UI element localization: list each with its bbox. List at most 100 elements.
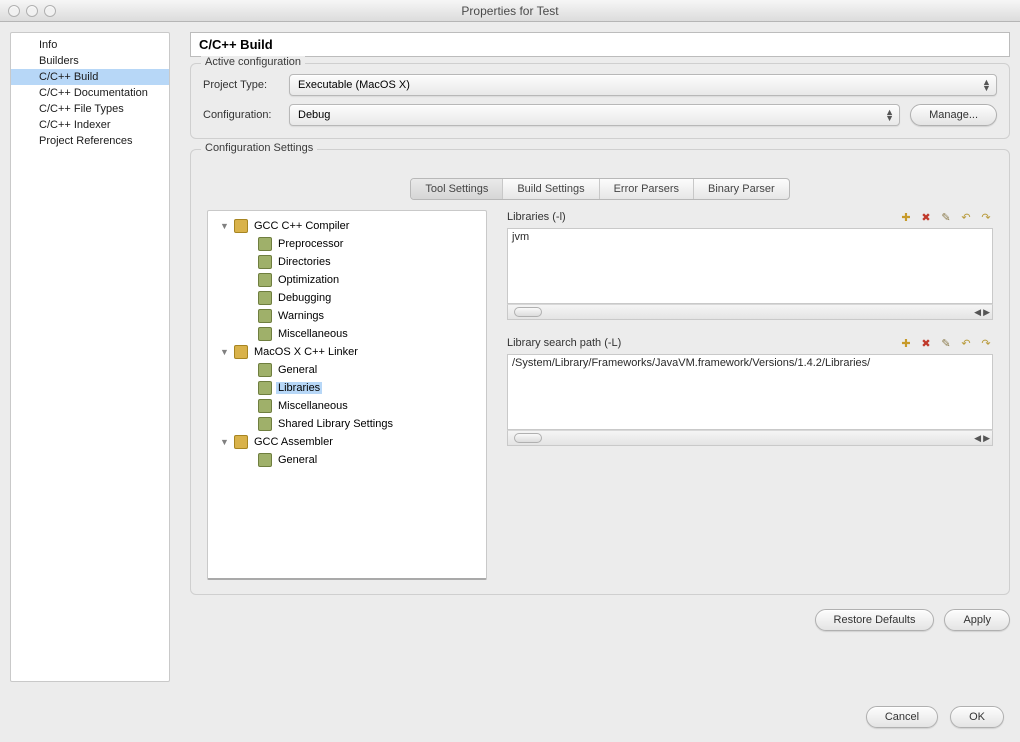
tab[interactable]: Binary Parser	[694, 179, 789, 199]
tree-option[interactable]: Warnings	[212, 307, 482, 325]
scroll-right-icon[interactable]: ▶	[983, 433, 990, 444]
manage-button[interactable]: Manage...	[910, 104, 997, 126]
tree-label: Miscellaneous	[276, 328, 350, 340]
tree-option[interactable]: Miscellaneous	[212, 325, 482, 343]
disclosure-triangle-icon[interactable]: ▼	[220, 437, 232, 447]
tree-label: Libraries	[276, 382, 322, 394]
option-icon	[258, 381, 272, 395]
libpath-scrollbar[interactable]: ◀▶	[507, 430, 993, 446]
project-type-label: Project Type:	[203, 79, 289, 91]
config-settings-label: Configuration Settings	[201, 142, 317, 154]
delete-icon[interactable]: ✖	[919, 210, 933, 224]
tree-label: Shared Library Settings	[276, 418, 395, 430]
tab[interactable]: Build Settings	[503, 179, 599, 199]
option-icon	[258, 453, 272, 467]
option-icon	[258, 273, 272, 287]
option-icon	[258, 363, 272, 377]
configuration-select[interactable]: Debug ▲▼	[289, 104, 900, 126]
tree-option[interactable]: Optimization	[212, 271, 482, 289]
tree-label: Warnings	[276, 310, 326, 322]
configuration-value: Debug	[298, 109, 330, 121]
updown-icon: ▲▼	[982, 79, 990, 91]
tool-icon	[234, 435, 248, 449]
libraries-list[interactable]: jvm	[507, 228, 993, 304]
apply-button[interactable]: Apply	[944, 609, 1010, 631]
disclosure-triangle-icon[interactable]: ▼	[220, 347, 232, 357]
tree-option[interactable]: General	[212, 451, 482, 469]
option-icon	[258, 237, 272, 251]
libraries-scrollbar[interactable]: ◀▶	[507, 304, 993, 320]
tree-label: GCC Assembler	[252, 436, 335, 448]
move-down-icon[interactable]: ↷	[979, 336, 993, 350]
tree-option[interactable]: General	[212, 361, 482, 379]
tree-option[interactable]: Shared Library Settings	[212, 415, 482, 433]
active-config-label: Active configuration	[201, 56, 305, 68]
cancel-button[interactable]: Cancel	[866, 706, 938, 728]
page-title: C/C++ Build	[190, 32, 1010, 57]
sidebar-item[interactable]: Builders	[11, 53, 169, 69]
list-item[interactable]: /System/Library/Frameworks/JavaVM.framew…	[512, 357, 988, 369]
add-icon[interactable]: ✚	[899, 336, 913, 350]
project-type-select[interactable]: Executable (MacOS X) ▲▼	[289, 74, 997, 96]
tree-label: Debugging	[276, 292, 333, 304]
sidebar-item[interactable]: C/C++ Documentation	[11, 85, 169, 101]
delete-icon[interactable]: ✖	[919, 336, 933, 350]
settings-tabs[interactable]: Tool SettingsBuild SettingsError Parsers…	[410, 178, 789, 200]
ok-button[interactable]: OK	[950, 706, 1004, 728]
move-up-icon[interactable]: ↶	[959, 336, 973, 350]
option-icon	[258, 309, 272, 323]
zoom-window-icon[interactable]	[44, 5, 56, 17]
scroll-left-icon[interactable]: ◀	[974, 433, 981, 444]
configuration-settings-group: Configuration Settings Tool SettingsBuil…	[190, 149, 1010, 595]
close-window-icon[interactable]	[8, 5, 20, 17]
scroll-thumb[interactable]	[514, 307, 542, 317]
minimize-window-icon[interactable]	[26, 5, 38, 17]
sidebar-item[interactable]: C/C++ File Types	[11, 101, 169, 117]
scroll-right-icon[interactable]: ▶	[983, 307, 990, 318]
tree-tool[interactable]: ▼ GCC C++ Compiler	[212, 217, 482, 235]
edit-icon[interactable]: ✎	[939, 210, 953, 224]
tree-label: Optimization	[276, 274, 341, 286]
option-icon	[258, 291, 272, 305]
scroll-left-icon[interactable]: ◀	[974, 307, 981, 318]
restore-defaults-button[interactable]: Restore Defaults	[815, 609, 935, 631]
project-type-value: Executable (MacOS X)	[298, 79, 410, 91]
tree-option[interactable]: Directories	[212, 253, 482, 271]
tree-label: Directories	[276, 256, 333, 268]
edit-icon[interactable]: ✎	[939, 336, 953, 350]
tree-tool[interactable]: ▼ MacOS X C++ Linker	[212, 343, 482, 361]
tree-option[interactable]: Preprocessor	[212, 235, 482, 253]
sidebar-item[interactable]: Project References	[11, 133, 169, 149]
tree-tool[interactable]: ▼ GCC Assembler	[212, 433, 482, 451]
option-icon	[258, 399, 272, 413]
sidebar-item[interactable]: Info	[11, 37, 169, 53]
configuration-label: Configuration:	[203, 109, 289, 121]
option-icon	[258, 417, 272, 431]
scroll-thumb[interactable]	[514, 433, 542, 443]
tab[interactable]: Error Parsers	[600, 179, 694, 199]
tab[interactable]: Tool Settings	[411, 179, 503, 199]
sidebar-item[interactable]: C/C++ Build	[11, 69, 169, 85]
tree-label: General	[276, 454, 319, 466]
sidebar-item[interactable]: C/C++ Indexer	[11, 117, 169, 133]
list-item[interactable]: jvm	[512, 231, 988, 243]
tree-label: GCC C++ Compiler	[252, 220, 351, 232]
disclosure-triangle-icon[interactable]: ▼	[220, 221, 232, 231]
tree-label: MacOS X C++ Linker	[252, 346, 360, 358]
window-controls[interactable]	[8, 5, 56, 17]
tree-option[interactable]: Debugging	[212, 289, 482, 307]
add-icon[interactable]: ✚	[899, 210, 913, 224]
move-down-icon[interactable]: ↷	[979, 210, 993, 224]
option-icon	[258, 327, 272, 341]
tree-option[interactable]: Libraries	[212, 379, 482, 397]
tree-label: General	[276, 364, 319, 376]
libraries-header: Libraries (-l)	[507, 211, 566, 223]
tool-tree[interactable]: ▼ GCC C++ Compiler Preprocessor Directories…	[207, 210, 487, 580]
move-up-icon[interactable]: ↶	[959, 210, 973, 224]
updown-icon: ▲▼	[885, 109, 893, 121]
tree-option[interactable]: Miscellaneous	[212, 397, 482, 415]
category-list[interactable]: InfoBuildersC/C++ BuildC/C++ Documentati…	[10, 32, 170, 682]
libpath-list[interactable]: /System/Library/Frameworks/JavaVM.framew…	[507, 354, 993, 430]
option-icon	[258, 255, 272, 269]
tree-label: Preprocessor	[276, 238, 345, 250]
